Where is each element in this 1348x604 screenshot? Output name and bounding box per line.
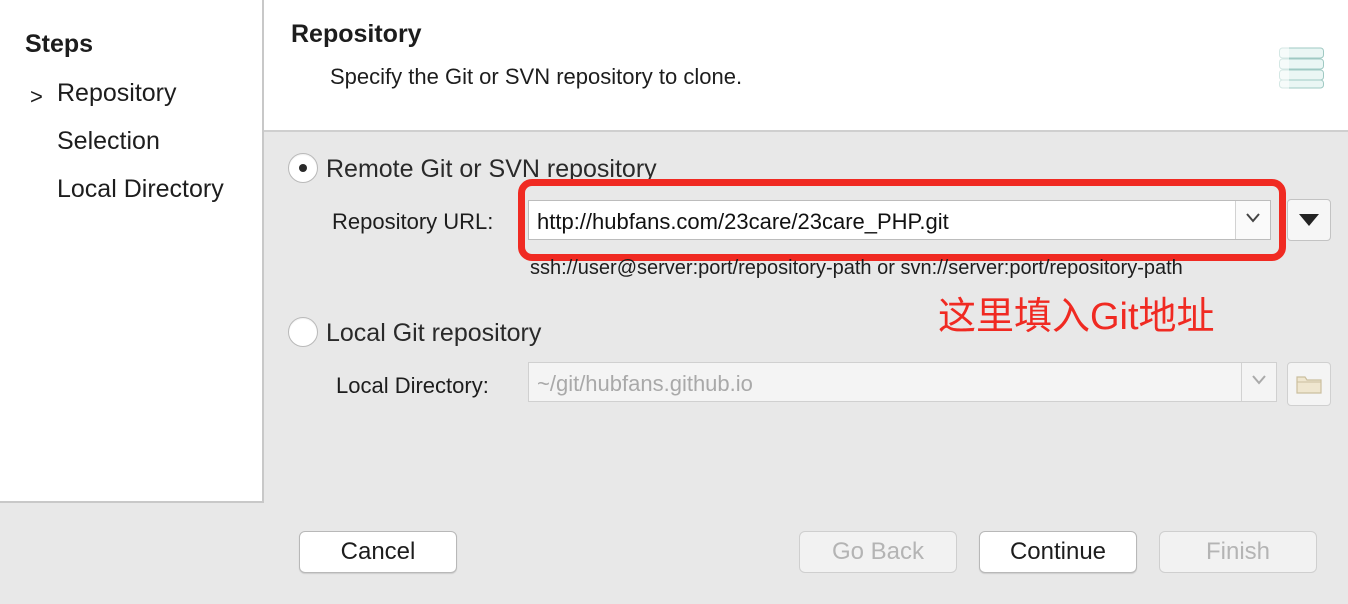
remote-repository-radio[interactable] [288, 153, 318, 183]
local-directory-placeholder: ~/git/hubfans.github.io [537, 371, 753, 396]
step-repository[interactable]: Repository [57, 79, 177, 108]
local-repository-radio[interactable] [288, 317, 318, 347]
repository-url-label: Repository URL: [332, 209, 494, 234]
repository-stack-icon [1279, 46, 1325, 90]
clone-wizard-window: Steps > Repository Selection Local Direc… [0, 0, 1348, 604]
url-format-hint: ssh://user@server:port/repository-path o… [530, 257, 1183, 279]
go-back-button[interactable]: Go Back [799, 531, 957, 573]
radio-selected-dot [299, 164, 307, 172]
page-title: Repository [291, 20, 422, 48]
local-directory-label: Local Directory: [336, 373, 489, 398]
steps-sidebar: Steps > Repository Selection Local Direc… [0, 0, 264, 503]
steps-title: Steps [25, 30, 94, 58]
annotation-highlight-box [518, 179, 1286, 261]
browse-folder-button[interactable] [1287, 362, 1331, 406]
chevron-down-icon[interactable] [1241, 363, 1276, 401]
local-repository-label[interactable]: Local Git repository [326, 319, 541, 348]
finish-button[interactable]: Finish [1159, 531, 1317, 573]
step-local-directory[interactable]: Local Directory [57, 175, 224, 204]
annotation-text: 这里填入Git地址 [938, 296, 1215, 338]
step-selection[interactable]: Selection [57, 127, 160, 156]
page-description: Specify the Git or SVN repository to clo… [330, 64, 743, 89]
continue-button[interactable]: Continue [979, 531, 1137, 573]
local-directory-combobox[interactable]: ~/git/hubfans.github.io [528, 362, 1277, 402]
url-menu-button[interactable] [1287, 199, 1331, 241]
page-header: Repository Specify the Git or SVN reposi… [264, 0, 1348, 132]
current-step-marker-icon: > [30, 84, 43, 109]
cancel-button[interactable]: Cancel [299, 531, 457, 573]
